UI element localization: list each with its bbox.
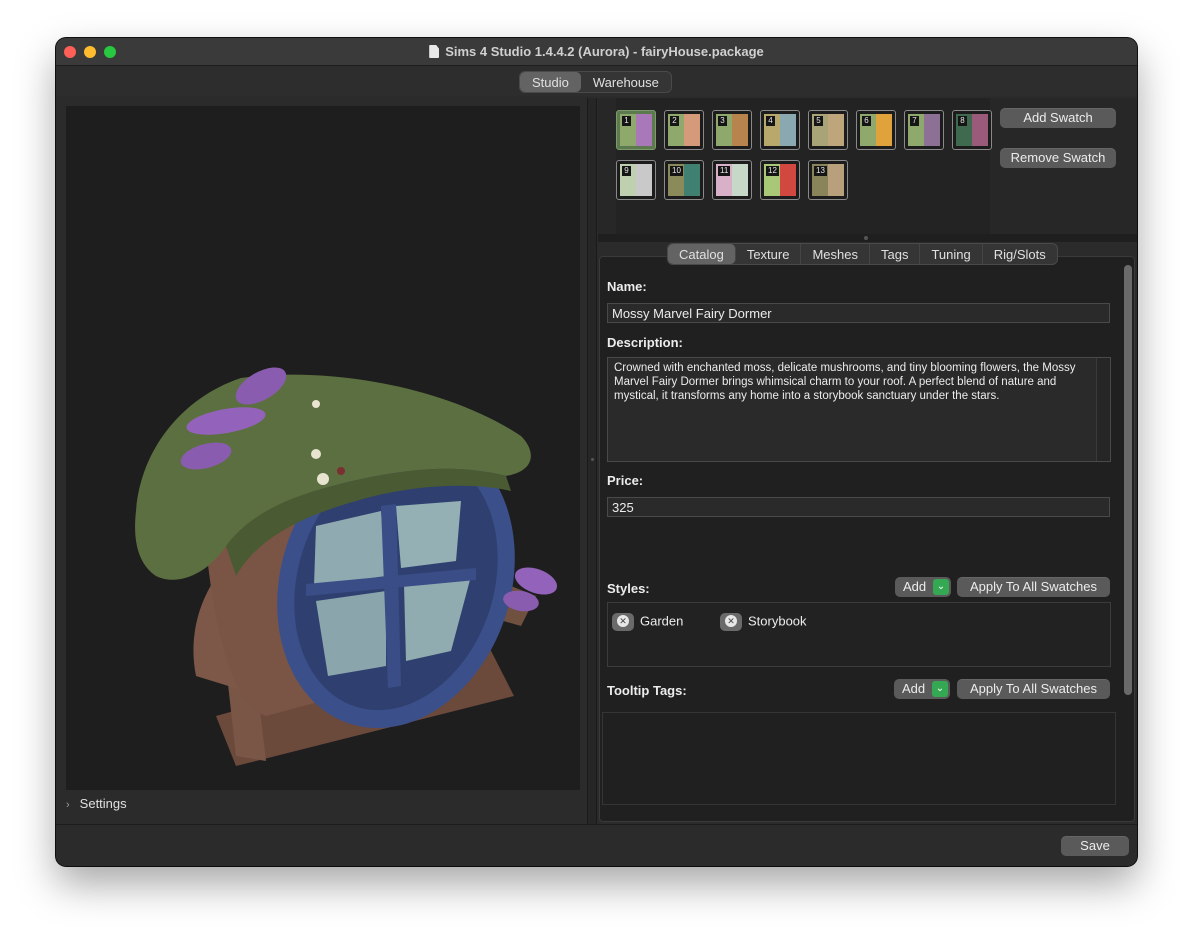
tab-tags[interactable]: Tags [870,244,921,264]
swatch-number: 9 [622,166,631,176]
style-chip-label: Storybook [748,613,807,629]
styles-add-label: Add [903,579,927,594]
chevron-down-icon[interactable]: ⌄ [933,579,949,595]
swatch-color [828,114,844,146]
mode-bar: Studio Warehouse [56,66,1137,96]
window-title: Sims 4 Studio 1.4.4.2 (Aurora) - fairyHo… [56,44,1137,59]
tab-studio[interactable]: Studio [520,72,581,92]
style-chip-storybook: ✕ Storybook [720,613,807,631]
swatch-color [636,164,652,196]
swatch-3[interactable]: 3 [712,110,752,150]
price-label: Price: [607,473,644,488]
swatch-10[interactable]: 10 [664,160,704,200]
swatch-13[interactable]: 13 [808,160,848,200]
add-swatch-button[interactable]: Add Swatch [1000,108,1116,128]
swatch-number: 6 [862,116,871,126]
description-field[interactable]: Crowned with enchanted moss, delicate mu… [607,357,1111,462]
swatch-number: 10 [670,166,683,176]
preview-viewport[interactable] [66,106,580,790]
swatch-6[interactable]: 6 [856,110,896,150]
styles-add-button[interactable]: Add ⌄ [895,577,951,597]
swatch-color [732,114,748,146]
swatch-color [684,164,700,196]
title-bar: Sims 4 Studio 1.4.4.2 (Aurora) - fairyHo… [56,38,1137,66]
swatch-panel: 1 2 3 4 5 6 7 8 9 10 11 12 13 Add Swatch Remove Swat… [598,98,1137,234]
swatch-color [684,114,700,146]
tab-warehouse[interactable]: Warehouse [581,72,671,92]
remove-tag-icon[interactable]: ✕ [612,613,634,631]
style-chip-label: Garden [640,613,684,629]
chevron-down-icon[interactable]: ⌄ [932,681,948,697]
swatch-color [876,114,892,146]
swatch-color [780,114,796,146]
swatch-number: 5 [814,116,823,126]
remove-swatch-button[interactable]: Remove Swatch [1000,148,1116,168]
settings-label: Settings [79,796,127,811]
swatch-number: 8 [958,116,967,126]
styles-tag-box: ✕ Garden ✕ Storybook [607,602,1111,667]
tab-catalog[interactable]: Catalog [668,244,736,264]
swatch-color [780,164,796,196]
style-chip-garden: ✕ Garden [612,613,683,631]
tooltip-tag-box [602,712,1116,805]
tab-meshes[interactable]: Meshes [801,244,870,264]
swatch-color [972,114,988,146]
swatch-9[interactable]: 9 [616,160,656,200]
window-title-text: Sims 4 Studio 1.4.4.2 (Aurora) - fairyHo… [445,44,764,59]
catalog-form: Name: Mossy Marvel Fairy Dormer Descript… [599,256,1135,822]
tooltip-add-label: Add [902,681,926,696]
swatch-5[interactable]: 5 [808,110,848,150]
horizontal-splitter[interactable] [598,234,1137,242]
name-label: Name: [607,279,647,294]
swatch-number: 13 [814,166,827,176]
swatch-color [732,164,748,196]
styles-label: Styles: [607,581,650,596]
tab-texture[interactable]: Texture [736,244,802,264]
remove-tag-icon[interactable]: ✕ [720,613,742,631]
vertical-splitter[interactable] [587,98,597,824]
tab-rig-slots[interactable]: Rig/Slots [983,244,1057,264]
swatch-number: 4 [766,116,775,126]
settings-disclosure[interactable]: › Settings [66,796,127,811]
styles-apply-all-button[interactable]: Apply To All Swatches [957,577,1110,597]
save-button[interactable]: Save [1061,836,1129,856]
description-text: Crowned with enchanted moss, delicate mu… [614,362,1076,402]
bottom-bar: Save [56,824,1137,866]
mode-segmented-control: Studio Warehouse [519,71,672,93]
swatch-2[interactable]: 2 [664,110,704,150]
swatch-number: 2 [670,116,679,126]
swatch-8[interactable]: 8 [952,110,992,150]
swatch-color [636,114,652,146]
name-field[interactable]: Mossy Marvel Fairy Dormer [607,303,1110,323]
swatch-1[interactable]: 1 [616,110,656,150]
tab-tuning[interactable]: Tuning [920,244,983,264]
form-scrollbar-thumb[interactable] [1124,265,1132,695]
swatch-11[interactable]: 11 [712,160,752,200]
description-scrollbar[interactable] [1096,358,1110,461]
document-icon [429,45,440,58]
swatch-4[interactable]: 4 [760,110,800,150]
swatch-12[interactable]: 12 [760,160,800,200]
app-window: Sims 4 Studio 1.4.4.2 (Aurora) - fairyHo… [56,38,1137,866]
tooltip-add-button[interactable]: Add ⌄ [894,679,950,699]
swatch-number: 12 [766,166,779,176]
swatch-color [924,114,940,146]
swatch-number: 11 [718,166,731,176]
swatch-color [828,164,844,196]
description-label: Description: [607,335,683,350]
fairy-dormer-preview-model [135,367,558,766]
swatch-number: 1 [622,116,631,126]
editor-tabs: Catalog Texture Meshes Tags Tuning Rig/S… [667,243,1058,265]
swatch-number: 7 [910,116,919,126]
tooltip-tags-label: Tooltip Tags: [607,683,687,698]
price-field[interactable]: 325 [607,497,1110,517]
tooltip-apply-all-button[interactable]: Apply To All Swatches [957,679,1110,699]
swatch-number: 3 [718,116,727,126]
swatch-7[interactable]: 7 [904,110,944,150]
chevron-right-icon: › [66,799,70,811]
